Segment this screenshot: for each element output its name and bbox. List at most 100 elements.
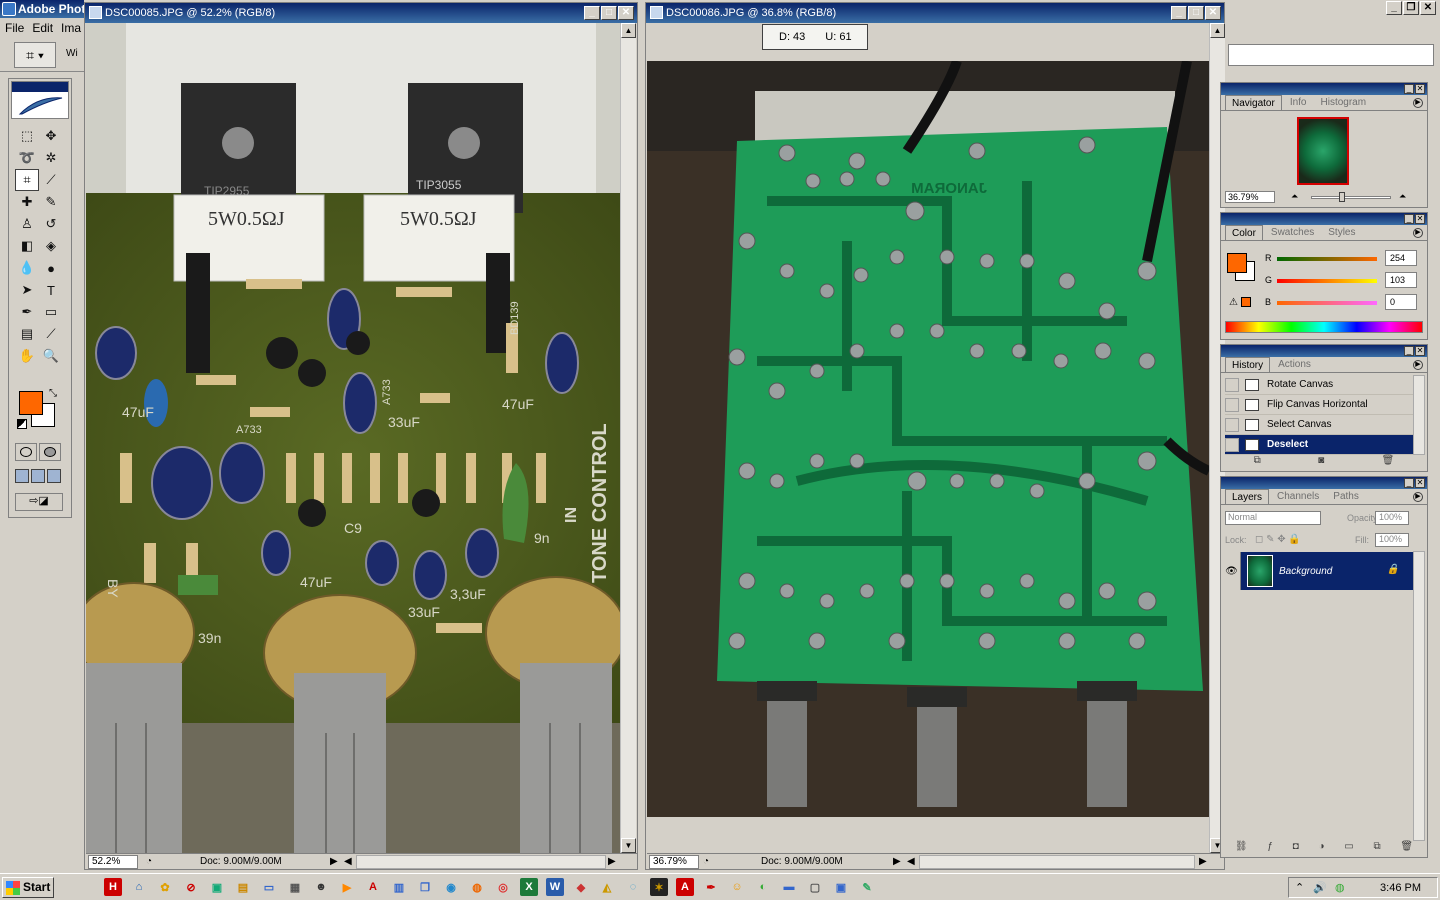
crop-tool-preset-button[interactable]: ⌗ ▾ <box>14 42 56 68</box>
palette-menu-icon[interactable]: ▶ <box>1413 492 1423 502</box>
firefox-icon[interactable]: ◍ <box>468 878 486 896</box>
screen-mode-full-icon[interactable] <box>47 469 61 483</box>
lock-icons[interactable]: ◻ ✎ ✥ 🔒 <box>1255 534 1301 545</box>
doc1-vertical-scrollbar[interactable]: ▲ ▼ <box>620 23 636 853</box>
eraser-tool-icon[interactable]: ◧ <box>15 235 39 257</box>
dodge-tool-icon[interactable]: ● <box>39 257 63 279</box>
green-slider[interactable] <box>1277 279 1377 283</box>
zoom-out-icon[interactable]: ⏶ <box>1291 191 1298 202</box>
standard-mode-icon[interactable] <box>15 443 37 461</box>
tab-channels[interactable]: Channels <box>1271 489 1325 504</box>
globe-icon[interactable]: ◌ <box>624 878 642 896</box>
layer-row-background[interactable]: 👁 Background 🔒 <box>1223 551 1413 591</box>
close-icon[interactable]: ✕ <box>1420 1 1436 15</box>
palette-minimize-icon[interactable]: _ <box>1404 478 1414 488</box>
color-foreground-swatch[interactable] <box>1227 253 1247 273</box>
new-document-icon[interactable]: ⧉ <box>1254 455 1261 469</box>
scroll-left-icon[interactable]: ◀ <box>907 856 915 867</box>
fill-field[interactable]: 100% <box>1375 533 1409 547</box>
menu-image[interactable]: Ima <box>61 21 81 35</box>
close-icon[interactable]: ✕ <box>1205 6 1221 20</box>
close-icon[interactable]: ✕ <box>618 6 634 20</box>
eye-icon[interactable]: 👁 <box>1223 552 1241 590</box>
eyedropper-icon[interactable]: ⟋ <box>39 323 63 345</box>
tab-info[interactable]: Info <box>1284 95 1313 110</box>
gamut-swatch[interactable] <box>1241 297 1251 307</box>
tab-history[interactable]: History <box>1225 357 1271 372</box>
path-select-icon[interactable]: ➤ <box>15 279 39 301</box>
tab-swatches[interactable]: Swatches <box>1265 225 1320 240</box>
chrome-icon[interactable]: ◎ <box>494 878 512 896</box>
history-item-selected[interactable]: Deselect <box>1225 435 1413 455</box>
tab-color[interactable]: Color <box>1225 225 1263 240</box>
starburst-icon[interactable]: ✶ <box>650 878 668 896</box>
minimize-icon[interactable]: _ <box>1386 1 1402 15</box>
palette-minimize-icon[interactable]: _ <box>1404 84 1414 94</box>
blur-tool-icon[interactable]: 💧 <box>15 257 39 279</box>
history-item[interactable]: Flip Canvas Horizontal <box>1225 395 1413 415</box>
history-item[interactable]: Rotate Canvas <box>1225 375 1413 395</box>
network-globe-icon[interactable]: ◐ <box>754 878 772 896</box>
doc1-canvas[interactable]: 5W0.5ΩJ 5W0.5ΩJ TIP2955 TIP3055 TONE CON… <box>86 23 620 853</box>
gamut-warning-icon[interactable]: ⚠ <box>1229 297 1238 308</box>
imageready-jump-icon[interactable]: ⇨◪ <box>15 493 63 511</box>
color-spectrum-bar[interactable] <box>1225 321 1423 333</box>
pdf-icon[interactable]: A <box>676 878 694 896</box>
history-brush-icon[interactable]: ↺ <box>39 213 63 235</box>
scroll-up-icon[interactable]: ▲ <box>621 23 636 38</box>
group-icon[interactable]: ▭ <box>1344 841 1353 855</box>
trash-icon[interactable]: 🗑 <box>1400 841 1413 855</box>
quick-mask-icon[interactable] <box>39 443 61 461</box>
maximize-icon[interactable]: □ <box>1188 6 1204 20</box>
swap-colors-icon[interactable]: ⤡ <box>49 388 57 399</box>
notepad-icon[interactable]: ▥ <box>390 878 408 896</box>
paint-bucket-icon[interactable]: ◈ <box>39 235 63 257</box>
menu-edit[interactable]: Edit <box>32 21 53 35</box>
layer-selected[interactable]: Background 🔒 <box>1241 552 1413 590</box>
link-icon[interactable]: ⛓ <box>1235 841 1248 855</box>
new-layer-icon[interactable]: ⧉ <box>1373 841 1380 855</box>
lasso-tool-icon[interactable]: ➰ <box>15 147 39 169</box>
doc1-zoom-field[interactable]: 52.2% <box>88 855 138 869</box>
marquee-tool-icon[interactable]: ⬚ <box>15 125 39 147</box>
snapshot-icon[interactable]: ◙ <box>1318 455 1324 469</box>
tab-actions[interactable]: Actions <box>1272 357 1317 372</box>
tab-navigator[interactable]: Navigator <box>1225 95 1282 110</box>
scroll-left-icon[interactable]: ◀ <box>344 856 352 867</box>
palette-menu-icon[interactable]: ▶ <box>1413 360 1423 370</box>
foreground-color-swatch[interactable] <box>19 391 43 415</box>
palette-menu-icon[interactable]: ▶ <box>1413 98 1423 108</box>
navigator-thumbnail[interactable] <box>1297 117 1349 185</box>
tab-paths[interactable]: Paths <box>1327 489 1365 504</box>
media-player-icon[interactable]: ▶ <box>338 878 356 896</box>
move-tool-icon[interactable]: ✥ <box>39 125 63 147</box>
folder-icon[interactable]: ▤ <box>234 878 252 896</box>
history-item[interactable]: Select Canvas <box>1225 415 1413 435</box>
screen-mode-standard-icon[interactable] <box>15 469 29 483</box>
powerpoint-icon[interactable]: ◆ <box>572 878 590 896</box>
scroll-right-icon[interactable]: ▶ <box>608 856 616 867</box>
blend-mode-select[interactable]: Normal <box>1225 511 1321 525</box>
history-scrollbar[interactable] <box>1413 375 1425 455</box>
eraser-icon[interactable]: ◭ <box>598 878 616 896</box>
palette-menu-icon[interactable]: ▶ <box>1413 228 1423 238</box>
brush-tool-icon[interactable]: ✎ <box>39 191 63 213</box>
screen-mode-full-menu-icon[interactable] <box>31 469 45 483</box>
zoom-in-icon[interactable]: ⏶ <box>1399 191 1406 202</box>
settings-icon[interactable]: ✿ <box>156 878 174 896</box>
hand-tool-icon[interactable]: ✋ <box>15 345 39 367</box>
doc1-horizontal-scrollbar[interactable] <box>356 855 606 869</box>
tab-histogram[interactable]: Histogram <box>1315 95 1373 110</box>
restore-icon[interactable]: ❐ <box>1403 1 1419 15</box>
rectangle-tool-icon[interactable]: ▭ <box>39 301 63 323</box>
keyboard-icon[interactable]: ▬ <box>780 878 798 896</box>
healing-brush-icon[interactable]: ✚ <box>15 191 39 213</box>
palette-minimize-icon[interactable]: _ <box>1404 346 1414 356</box>
no-entry-icon[interactable]: ⊘ <box>182 878 200 896</box>
photoshop-taskbar-icon[interactable]: ▣ <box>832 878 850 896</box>
excel-icon[interactable]: X <box>520 878 538 896</box>
app-h-icon[interactable]: H <box>104 878 122 896</box>
network-tray-icon[interactable]: ◍ <box>1335 881 1345 894</box>
volume-icon[interactable]: 🔊 <box>1313 881 1327 894</box>
messenger-icon[interactable]: ◉ <box>442 878 460 896</box>
